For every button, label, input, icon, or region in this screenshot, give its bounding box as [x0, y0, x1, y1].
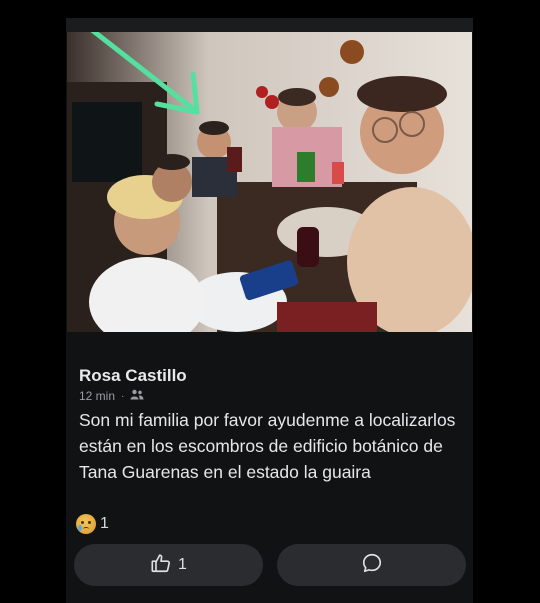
author-name[interactable]: Rosa Castillo: [79, 366, 187, 386]
sad-crying-face-icon: [76, 514, 96, 534]
reaction-summary[interactable]: 1: [76, 514, 109, 534]
comment-bubble-icon: [361, 552, 383, 579]
meta-separator: ·: [121, 390, 125, 402]
thumbs-up-icon: [150, 552, 172, 579]
like-button[interactable]: 1: [74, 544, 263, 586]
card-top-strip: [66, 18, 473, 32]
post-meta: 12 min ·: [79, 389, 144, 403]
post-photo[interactable]: [67, 32, 472, 332]
like-count: 1: [178, 556, 187, 573]
comment-button[interactable]: [277, 544, 466, 586]
reaction-count: 1: [100, 515, 109, 532]
friends-icon[interactable]: [130, 389, 144, 403]
post-text: Son mi familia por favor ayudenme a loca…: [79, 410, 456, 482]
post-time[interactable]: 12 min: [79, 389, 115, 403]
